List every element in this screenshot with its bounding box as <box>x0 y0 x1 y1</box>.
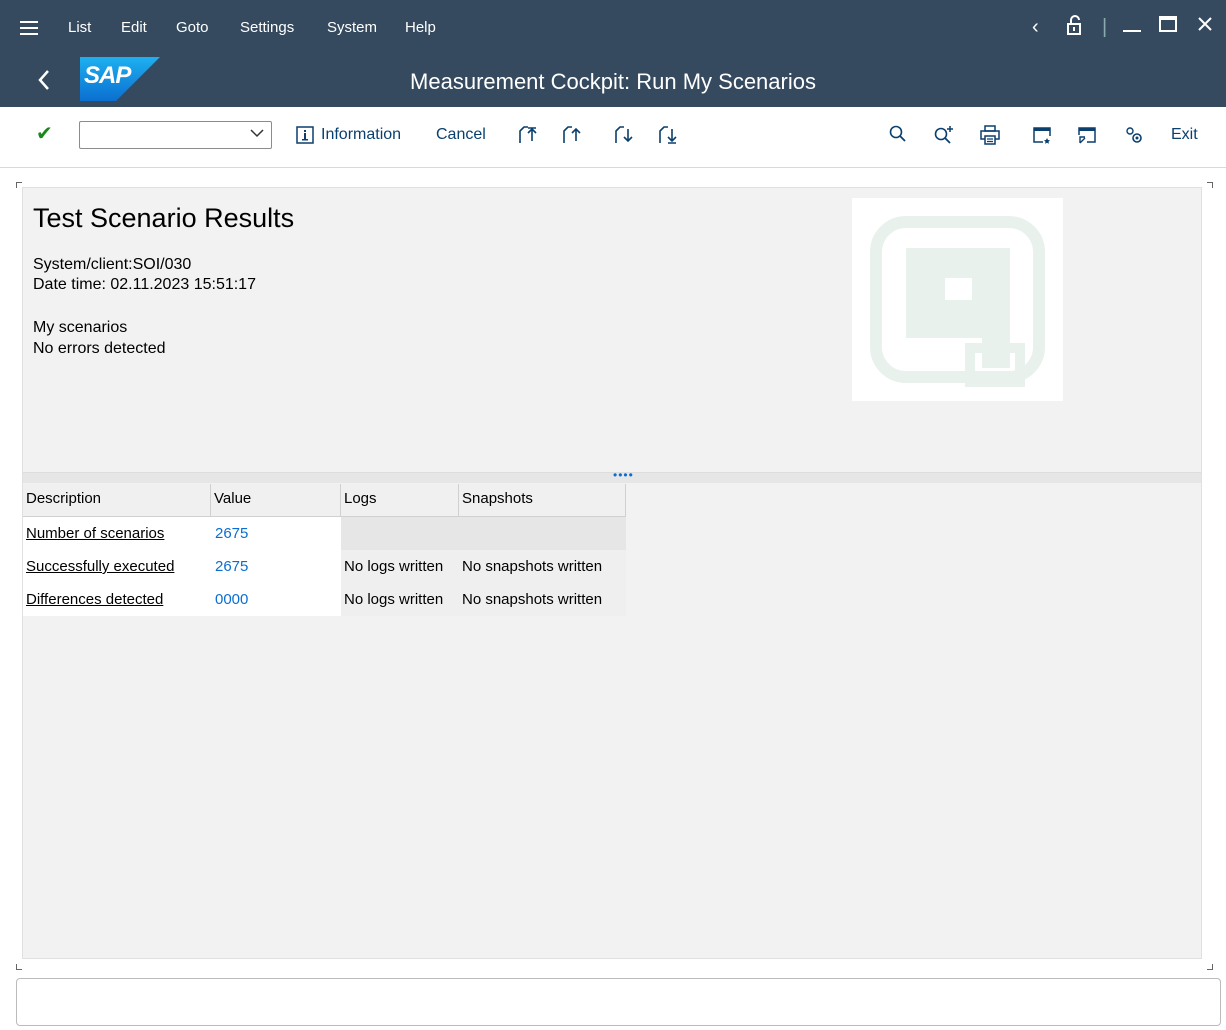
command-field[interactable] <box>79 121 272 149</box>
results-table: Description Value Logs Snapshots Number … <box>23 484 626 616</box>
enter-checkmark-icon[interactable]: ✔ <box>36 124 53 144</box>
application-toolbar: ✔ Information Cancel Exit <box>0 107 1226 168</box>
collapse-left-icon[interactable]: ‹ <box>1032 14 1039 40</box>
value-cell: 2675 <box>211 517 341 550</box>
frame-corner <box>1207 964 1213 970</box>
menu-system[interactable]: System <box>327 19 377 36</box>
logs-cell <box>341 517 459 550</box>
table-row: Differences detected 0000 No logs writte… <box>23 583 626 616</box>
chevron-down-icon[interactable] <box>249 125 265 144</box>
column-header-value[interactable]: Value <box>211 484 341 517</box>
description-cell: Number of scenarios <box>23 517 211 550</box>
menu-bar: List Edit Goto Settings System Help ‹ | <box>0 0 1226 56</box>
table-row: Number of scenarios 2675 <box>23 517 626 550</box>
search-icon[interactable] <box>889 125 907 147</box>
snapshots-cell: No snapshots written <box>459 550 626 583</box>
menu-goto[interactable]: Goto <box>176 19 209 36</box>
minimize-icon[interactable] <box>1122 14 1142 41</box>
table-header-row: Description Value Logs Snapshots <box>23 484 626 517</box>
maximize-icon[interactable] <box>1158 14 1178 41</box>
unlock-icon[interactable] <box>1064 14 1084 43</box>
close-icon[interactable] <box>1196 14 1214 40</box>
status-bar <box>16 978 1221 1026</box>
column-header-snapshots[interactable]: Snapshots <box>459 484 626 517</box>
logs-cell: No logs written <box>341 583 459 616</box>
create-session-icon[interactable] <box>1032 125 1052 149</box>
snapshots-cell <box>459 517 626 550</box>
date-time-text: Date time: 02.11.2023 15:51:17 <box>33 276 256 293</box>
splitter-handle[interactable]: •••• <box>23 468 1201 483</box>
frame-corner <box>16 964 22 970</box>
information-icon[interactable] <box>296 126 314 148</box>
column-header-description[interactable]: Description <box>23 484 211 517</box>
separator: | <box>1102 16 1108 38</box>
settings-gear-icon[interactable] <box>1124 125 1144 149</box>
status-text: No errors detected <box>33 340 166 357</box>
splitter-grip-icon[interactable]: •••• <box>613 468 634 482</box>
scenario-set-text: My scenarios <box>33 319 128 336</box>
description-cell: Differences detected <box>23 583 211 616</box>
page-title: Test Scenario Results <box>33 203 295 233</box>
report-header: Test Scenario Results System/client:SOI/… <box>23 188 1201 473</box>
print-icon[interactable] <box>980 125 1000 149</box>
menu-list[interactable]: List <box>68 19 91 36</box>
app-logo-image <box>852 198 1063 401</box>
menu-help[interactable]: Help <box>405 19 436 36</box>
table-row: Successfully executed 2675 No logs writt… <box>23 550 626 583</box>
first-page-icon[interactable] <box>518 125 538 149</box>
menu-settings[interactable]: Settings <box>240 19 294 36</box>
value-cell: 2675 <box>211 550 341 583</box>
snapshots-cell: No snapshots written <box>459 583 626 616</box>
cancel-button[interactable]: Cancel <box>436 126 486 144</box>
logs-cell: No logs written <box>341 550 459 583</box>
information-button[interactable]: Information <box>321 126 401 144</box>
number-of-scenarios-link[interactable]: Number of scenarios <box>26 525 164 542</box>
report-panel: Test Scenario Results System/client:SOI/… <box>22 187 1202 959</box>
generate-shortcut-icon[interactable] <box>1077 125 1097 149</box>
previous-page-icon[interactable] <box>562 125 582 149</box>
column-header-logs[interactable]: Logs <box>341 484 459 517</box>
description-cell: Successfully executed <box>23 550 211 583</box>
menu-edit[interactable]: Edit <box>121 19 147 36</box>
system-client-text: System/client:SOI/030 <box>33 256 192 273</box>
value-cell: 0000 <box>211 583 341 616</box>
next-page-icon[interactable] <box>614 125 634 149</box>
last-page-icon[interactable] <box>658 125 678 149</box>
exit-button[interactable]: Exit <box>1171 126 1198 144</box>
differences-detected-link[interactable]: Differences detected <box>26 591 163 608</box>
hamburger-menu-icon[interactable] <box>20 21 38 35</box>
search-more-icon[interactable] <box>934 125 954 149</box>
successfully-executed-link[interactable]: Successfully executed <box>26 558 174 575</box>
window-title: Measurement Cockpit: Run My Scenarios <box>410 69 816 94</box>
frame-corner <box>1207 182 1213 188</box>
title-bar: SAP Measurement Cockpit: Run My Scenario… <box>0 56 1226 107</box>
